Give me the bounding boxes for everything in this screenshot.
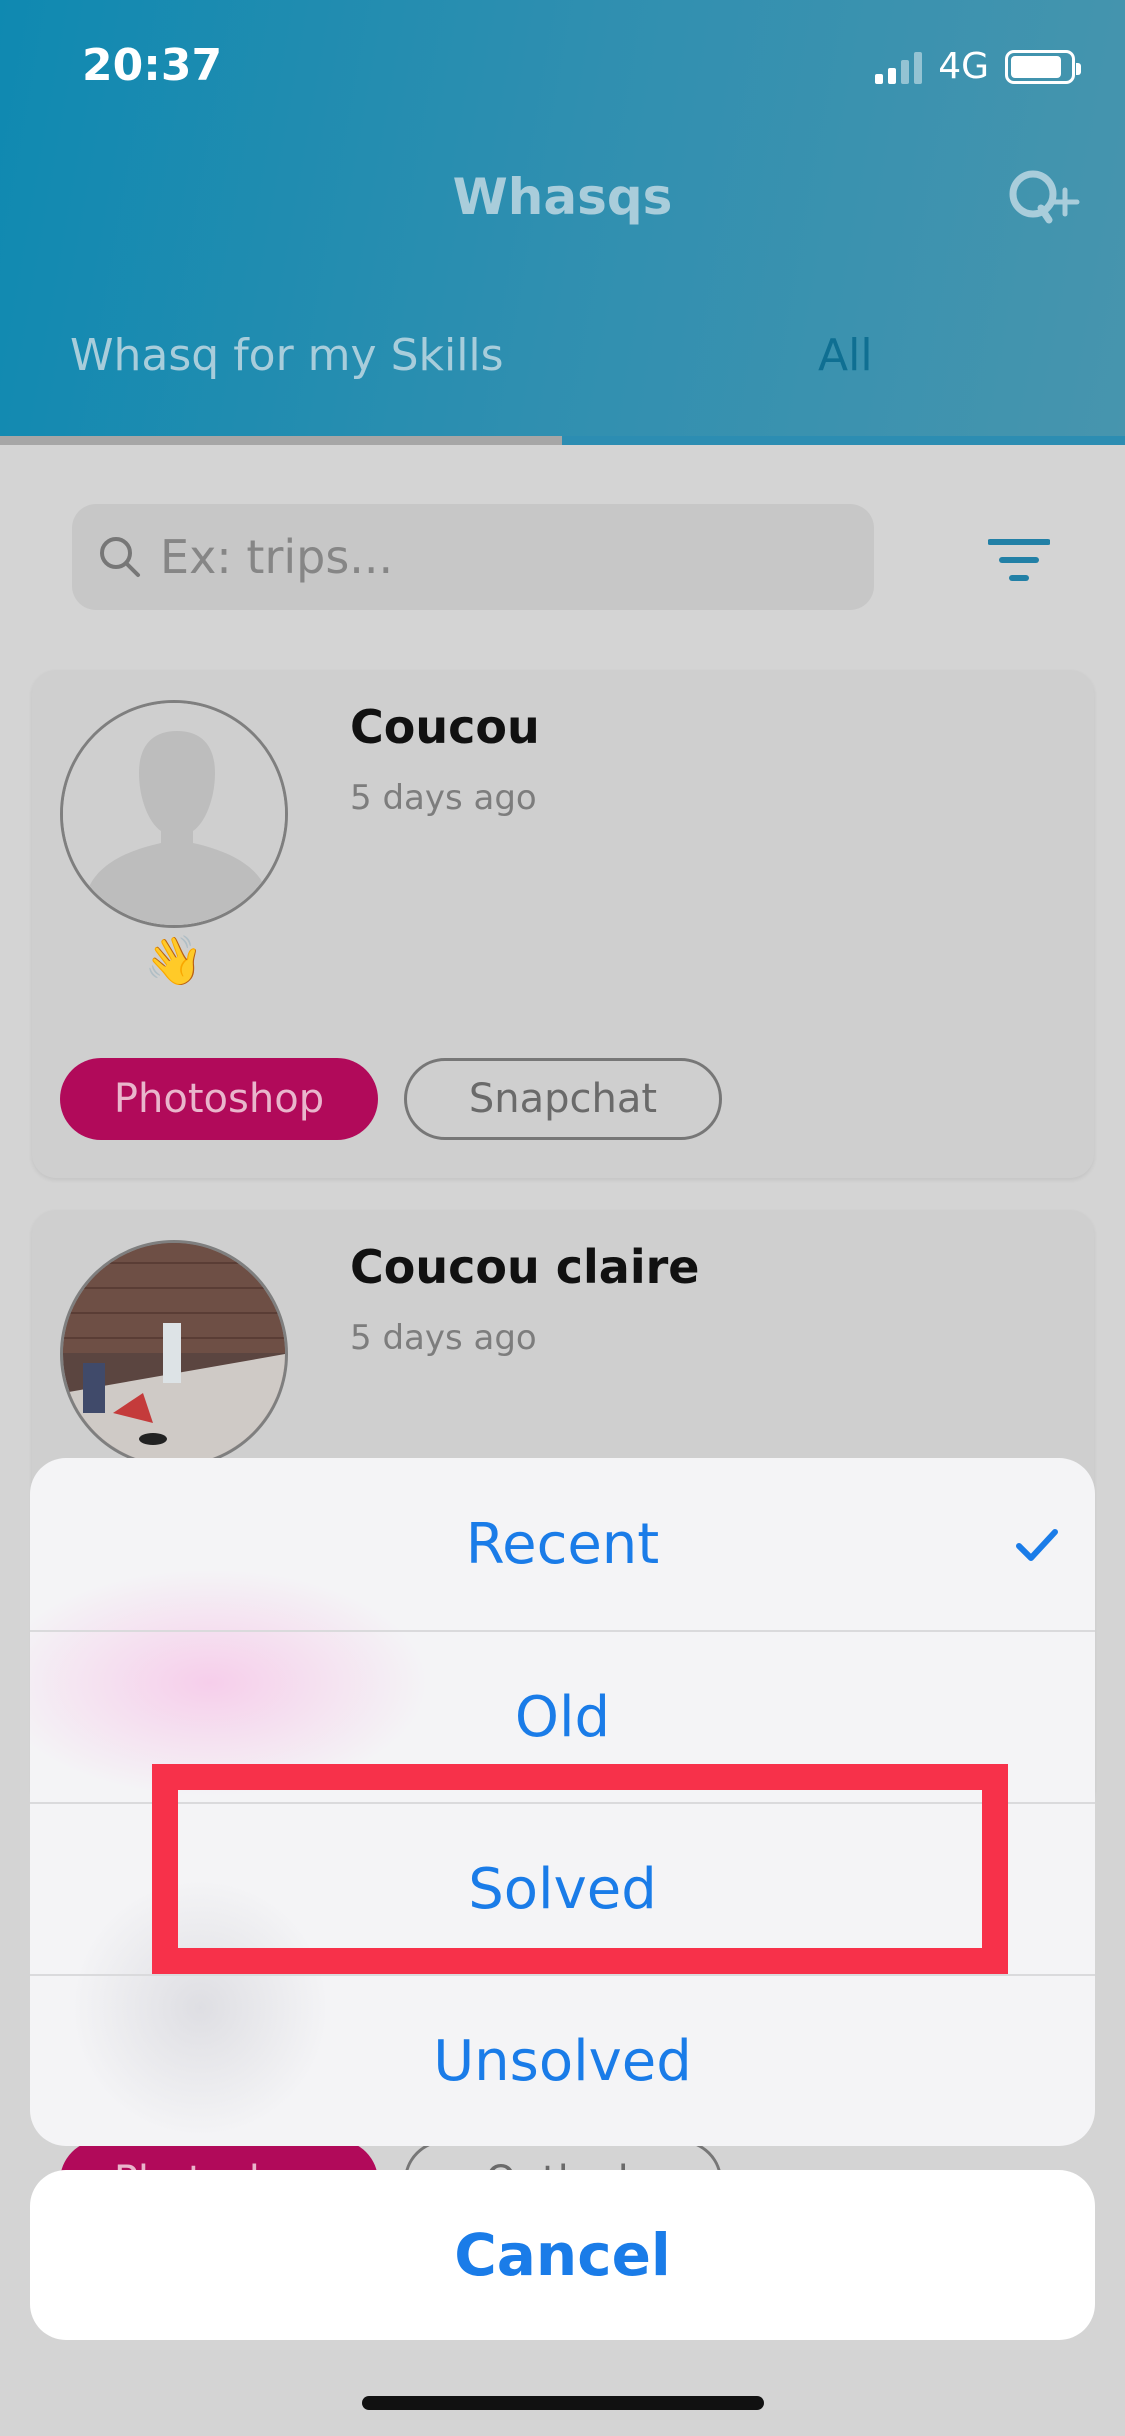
option-recent[interactable]: Recent — [30, 1458, 1095, 1630]
search-placeholder: Ex: trips... — [160, 530, 394, 584]
avatar — [60, 1240, 288, 1468]
status-indicators: 4G — [875, 46, 1081, 87]
tab-indicator — [0, 436, 562, 445]
tag-photoshop[interactable]: Photoshop — [60, 1058, 378, 1140]
question-add-icon[interactable] — [1003, 164, 1083, 234]
card-time: 5 days ago — [350, 1318, 537, 1358]
tag-snapchat[interactable]: Snapchat — [404, 1058, 722, 1140]
tab-my-skills[interactable]: Whasq for my Skills — [70, 330, 504, 381]
sort-action-sheet: Recent Old Solved Unsolved — [30, 1458, 1095, 2146]
list-item[interactable]: 👋 Coucou 5 days ago Photoshop Snapchat — [32, 670, 1094, 1178]
card-title: Coucou claire — [350, 1240, 700, 1294]
cancel-button[interactable]: Cancel — [30, 2170, 1095, 2340]
network-label: 4G — [938, 46, 989, 87]
tab-bar-bottom — [562, 436, 1125, 445]
card-time: 5 days ago — [350, 778, 537, 818]
tab-all[interactable]: All — [818, 330, 873, 381]
option-old[interactable]: Old — [30, 1630, 1095, 1802]
signal-icon — [875, 50, 923, 84]
status-time: 20:37 — [82, 40, 223, 91]
home-indicator — [362, 2396, 764, 2410]
avatar-photo — [63, 1243, 285, 1465]
search-icon — [100, 537, 140, 577]
option-solved[interactable]: Solved — [30, 1802, 1095, 1974]
card-title: Coucou — [350, 700, 540, 754]
avatar — [60, 700, 288, 928]
wave-emoji: 👋 — [144, 933, 204, 989]
search-input[interactable]: Ex: trips... — [72, 504, 874, 610]
checkmark-icon — [1016, 1529, 1058, 1561]
filter-icon[interactable] — [988, 538, 1050, 584]
option-label: Recent — [465, 1511, 660, 1577]
app-header: 20:37 4G Whasqs Whasq for my Skills All — [0, 0, 1125, 445]
battery-icon — [1005, 49, 1081, 84]
option-unsolved[interactable]: Unsolved — [30, 1974, 1095, 2146]
default-avatar-icon — [63, 703, 285, 925]
page-title: Whasqs — [452, 168, 673, 226]
